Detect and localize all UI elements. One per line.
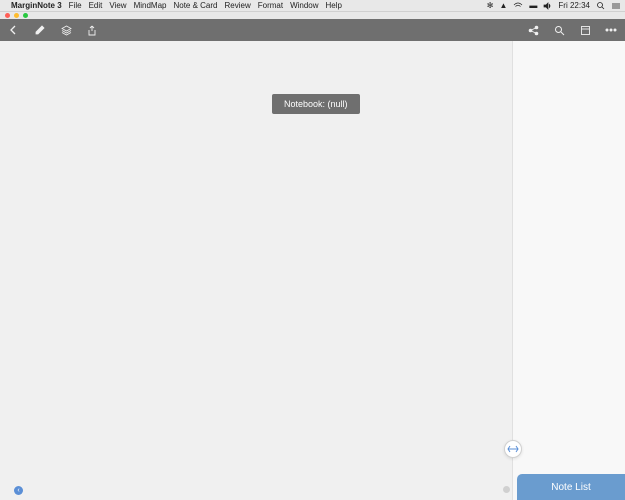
- control-center-icon[interactable]: [611, 2, 621, 10]
- tooltip-text: Notebook: (null): [284, 99, 348, 109]
- menu-format[interactable]: Format: [258, 1, 283, 10]
- window-controls: [0, 12, 625, 19]
- close-window-button[interactable]: [5, 13, 10, 18]
- menu-view[interactable]: View: [109, 1, 126, 10]
- clock[interactable]: Fri 22:34: [558, 1, 590, 10]
- menubar-right: ✻ ▲ ▬ Fri 22:34: [487, 1, 621, 10]
- note-list-label: Note List: [551, 482, 590, 493]
- spotlight-icon[interactable]: [596, 1, 605, 10]
- info-button[interactable]: [14, 486, 23, 495]
- toolbar-left: [8, 24, 98, 36]
- menu-file[interactable]: File: [69, 1, 82, 10]
- menu-help[interactable]: Help: [326, 1, 342, 10]
- input-icon[interactable]: ▬: [529, 1, 537, 10]
- note-list-button[interactable]: Note List: [517, 474, 625, 500]
- back-icon[interactable]: [8, 24, 20, 36]
- wifi-icon[interactable]: [513, 2, 523, 9]
- notebook-tooltip: Notebook: (null): [272, 94, 360, 114]
- edit-icon[interactable]: [34, 24, 46, 36]
- layers-icon[interactable]: [60, 24, 72, 36]
- zoom-window-button[interactable]: [23, 13, 28, 18]
- minimize-window-button[interactable]: [14, 13, 19, 18]
- system-menubar: MarginNote 3 File Edit View MindMap Note…: [0, 0, 625, 12]
- volume-icon[interactable]: [543, 2, 552, 10]
- app-name[interactable]: MarginNote 3: [11, 1, 62, 10]
- panel-icon[interactable]: [579, 24, 591, 36]
- menu-window[interactable]: Window: [290, 1, 318, 10]
- status-icon-1[interactable]: ✻: [487, 1, 494, 10]
- share-network-icon[interactable]: [527, 24, 539, 36]
- toolbar-right: [527, 24, 617, 36]
- share-icon[interactable]: [86, 24, 98, 36]
- main-area: Notebook: (null) Note List: [0, 41, 625, 500]
- resize-handle[interactable]: [504, 440, 522, 458]
- menu-review[interactable]: Review: [225, 1, 251, 10]
- menu-edit[interactable]: Edit: [89, 1, 103, 10]
- search-icon[interactable]: [553, 24, 565, 36]
- divider-dot: [503, 486, 510, 493]
- more-icon[interactable]: [605, 24, 617, 36]
- canvas-area[interactable]: Notebook: (null): [0, 41, 512, 500]
- menu-note-card[interactable]: Note & Card: [173, 1, 217, 10]
- app-toolbar: [0, 19, 625, 41]
- menu-mindmap[interactable]: MindMap: [134, 1, 167, 10]
- menubar-left: MarginNote 3 File Edit View MindMap Note…: [4, 1, 342, 10]
- bluetooth-icon[interactable]: ▲: [500, 1, 508, 10]
- right-sidebar: Note List: [512, 41, 625, 500]
